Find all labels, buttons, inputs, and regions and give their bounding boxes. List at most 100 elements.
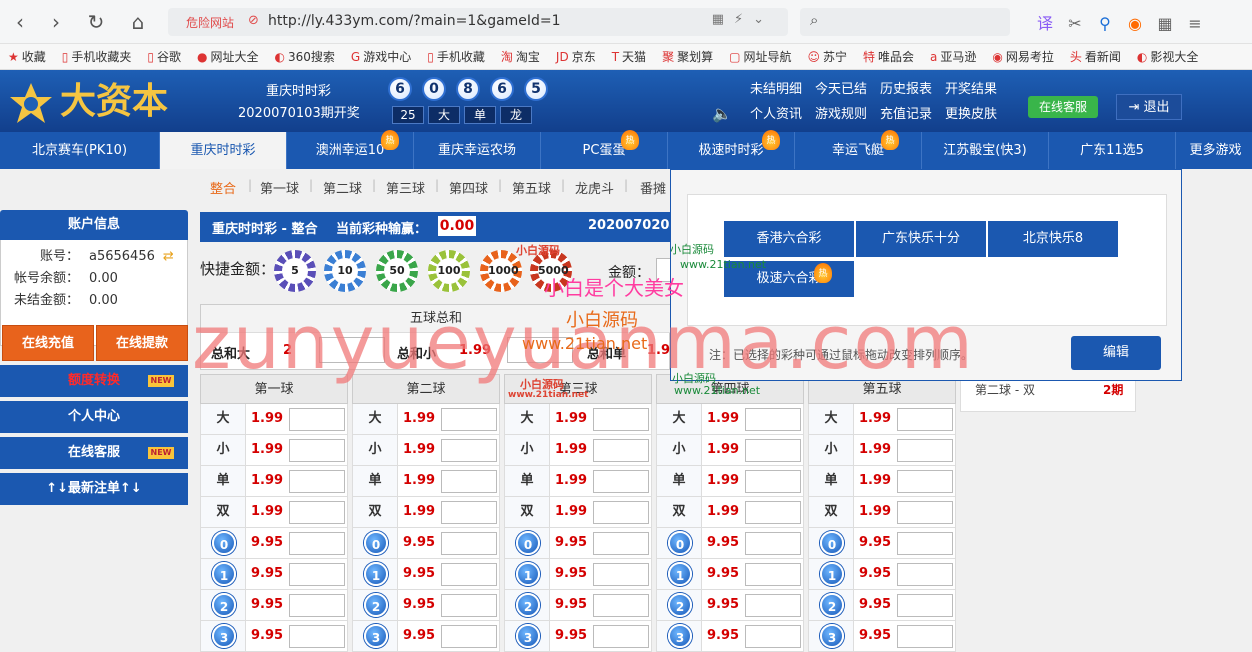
scissors-icon[interactable]: ✂ xyxy=(1060,14,1090,33)
bet-amount-input[interactable] xyxy=(897,594,953,617)
bet-amount-input[interactable] xyxy=(745,470,801,493)
bet-amount-input[interactable] xyxy=(897,563,953,586)
nav-tab[interactable]: 更多游戏 xyxy=(1176,132,1252,169)
popup-game-button[interactable]: 北京快乐8 xyxy=(988,221,1118,257)
bet-amount-input[interactable] xyxy=(441,625,497,648)
nav-tab[interactable]: 澳洲幸运10 热 xyxy=(287,130,414,169)
bookmark-item[interactable]: ▯ 手机收藏 xyxy=(419,44,493,69)
chip-50[interactable]: 50 xyxy=(376,250,418,292)
menu-icon[interactable]: ≡ xyxy=(1180,14,1210,33)
bet-amount-input[interactable] xyxy=(745,501,801,524)
bookmark-item[interactable]: ◐ 影视大全 xyxy=(1129,44,1207,69)
chip-10[interactable]: 10 xyxy=(324,250,366,292)
bet-amount-input[interactable] xyxy=(441,439,497,462)
header-link[interactable]: 游戏规则 xyxy=(815,103,875,122)
nav-tab[interactable]: 重庆时时彩 xyxy=(160,132,287,169)
sidebar-service-button[interactable]: 在线客服 NEW xyxy=(0,437,188,469)
bookmark-item[interactable]: G 游戏中心 xyxy=(343,44,419,69)
site-logo[interactable]: 大资本 xyxy=(6,76,211,126)
bookmark-item[interactable]: ● 网址大全 xyxy=(189,44,267,69)
bet-amount-input[interactable] xyxy=(593,470,649,493)
nav-tab[interactable]: 江苏骰宝(快3) xyxy=(922,132,1049,169)
reload-icon[interactable]: ↻ xyxy=(82,8,110,36)
bet-amount-input[interactable] xyxy=(289,532,345,555)
bet-amount-input[interactable] xyxy=(745,439,801,462)
nav-tab[interactable]: PC蛋蛋热 xyxy=(541,130,668,169)
bet-amount-input[interactable] xyxy=(289,439,345,462)
subnav-item[interactable]: 第二球 xyxy=(323,178,362,197)
subnav-item[interactable]: 龙虎斗 xyxy=(575,178,614,197)
address-bar[interactable]: 危险网站 ⊘ http://ly.433ym.com/?main=1&gameI… xyxy=(168,8,788,36)
browser-search-input[interactable]: ⌕ xyxy=(800,8,1010,36)
quota-transfer-button[interactable]: 额度转换 NEW xyxy=(0,365,188,397)
grid-icon[interactable]: ▦ xyxy=(1150,14,1180,33)
bet-amount-input[interactable] xyxy=(289,594,345,617)
nav-tab[interactable]: 重庆幸运农场 xyxy=(414,132,541,169)
bet-amount-input[interactable] xyxy=(441,470,497,493)
bet-amount-input[interactable] xyxy=(441,501,497,524)
bookmark-item[interactable]: JD 京东 xyxy=(548,44,604,69)
header-link[interactable]: 历史报表 xyxy=(880,78,940,97)
bet-amount-input[interactable] xyxy=(289,470,345,493)
home-icon[interactable]: ⌂ xyxy=(124,8,152,36)
bookmark-item[interactable]: ▢ 网址导航 xyxy=(721,44,799,69)
bet-amount-input[interactable] xyxy=(745,563,801,586)
header-link[interactable]: 个人资讯 xyxy=(750,103,810,122)
bet-amount-input[interactable] xyxy=(289,501,345,524)
bet-amount-input[interactable] xyxy=(441,408,497,431)
bookmark-item[interactable]: 头看新闻 xyxy=(1062,44,1129,69)
refresh-icon[interactable]: ⇄ xyxy=(163,249,174,264)
gamepad-icon[interactable]: ◉ xyxy=(1120,14,1150,33)
bet-amount-input[interactable] xyxy=(441,532,497,555)
bet-amount-input[interactable] xyxy=(289,625,345,648)
bet-amount-input[interactable] xyxy=(745,408,801,431)
bet-amount-input[interactable] xyxy=(593,501,649,524)
bet-amount-input[interactable] xyxy=(441,563,497,586)
bookmark-item[interactable]: ◉ 网易考拉 xyxy=(984,44,1062,69)
nav-tab[interactable]: 广东11选5 xyxy=(1049,132,1176,169)
bookmark-item[interactable]: ◐ 360搜索 xyxy=(267,44,343,69)
header-link[interactable]: 开奖结果 xyxy=(945,78,1005,97)
nav-tab[interactable]: 北京赛车(PK10) xyxy=(0,132,160,169)
bet-amount-input[interactable] xyxy=(897,470,953,493)
bet-amount-input[interactable] xyxy=(897,439,953,462)
bet-amount-input[interactable] xyxy=(745,625,801,648)
bet-amount-input[interactable] xyxy=(745,532,801,555)
back-icon[interactable]: ‹ xyxy=(6,8,34,36)
bet-amount-input[interactable] xyxy=(593,439,649,462)
bet-amount-input[interactable] xyxy=(593,594,649,617)
latest-bets-button[interactable]: ↑↓最新注单↑↓ xyxy=(0,473,188,505)
bet-amount-input[interactable] xyxy=(289,408,345,431)
popup-game-button[interactable]: 广东快乐十分 xyxy=(856,221,986,257)
header-link[interactable]: 今天已结 xyxy=(815,78,875,97)
bet-amount-input[interactable] xyxy=(593,625,649,648)
forward-icon[interactable]: › xyxy=(42,8,70,36)
bet-amount-input[interactable] xyxy=(593,563,649,586)
bookmark-item[interactable]: 特唯品会 xyxy=(855,44,922,69)
online-service-button[interactable]: 在线客服 xyxy=(1028,96,1098,118)
edit-button[interactable]: 编辑 xyxy=(1071,336,1161,370)
subnav-item[interactable]: 第一球 xyxy=(260,178,299,197)
bet-amount-input[interactable] xyxy=(745,594,801,617)
recharge-button[interactable]: 在线充值 xyxy=(2,325,94,361)
subnav-item[interactable]: 第五球 xyxy=(512,178,551,197)
bookmark-item[interactable]: ▯ 谷歌 xyxy=(139,44,189,69)
personal-center-button[interactable]: 个人中心 xyxy=(0,401,188,433)
header-link[interactable]: 未结明细 xyxy=(750,78,810,97)
bookmark-item[interactable]: ★ 收藏 xyxy=(0,44,54,69)
popup-game-button[interactable]: 香港六合彩 xyxy=(724,221,854,257)
bet-amount-input[interactable] xyxy=(897,532,953,555)
bet-amount-input[interactable] xyxy=(897,501,953,524)
subnav-item[interactable]: 第三球 xyxy=(386,178,425,197)
bet-amount-input[interactable] xyxy=(289,563,345,586)
bet-amount-input[interactable] xyxy=(593,532,649,555)
bet-amount-input[interactable] xyxy=(897,625,953,648)
address-bar-icons[interactable]: ▦⚡⌄ xyxy=(712,12,774,27)
bookmark-item[interactable]: 淘淘宝 xyxy=(493,44,548,69)
nav-tab[interactable]: 幸运飞艇热 xyxy=(795,130,922,169)
bet-amount-input[interactable] xyxy=(441,594,497,617)
bet-amount-input[interactable] xyxy=(593,408,649,431)
subnav-item[interactable]: 番摊 xyxy=(640,178,666,197)
nav-tab[interactable]: 极速时时彩热 xyxy=(668,130,795,169)
logout-button[interactable]: ⇥ 退出 xyxy=(1116,94,1182,120)
